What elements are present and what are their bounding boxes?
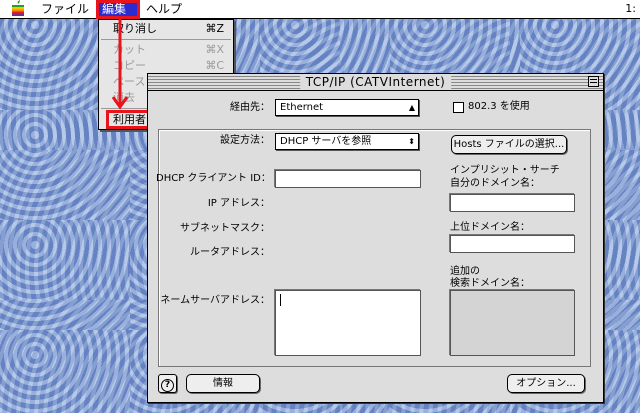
use-8023-label: 802.3 を使用 <box>468 101 530 112</box>
use-8023-checkbox[interactable] <box>453 102 464 113</box>
help-icon: ? <box>161 379 174 392</box>
popup-arrows-icon: ⬍ <box>408 137 415 146</box>
menu-edit[interactable]: 編集 <box>97 0 139 18</box>
configure-label: 設定方法： <box>220 135 270 146</box>
popup-arrows-icon: ▲ <box>408 103 415 112</box>
menu-item-shortcut: ⌘C <box>205 59 224 72</box>
name-server-field[interactable] <box>275 290 421 356</box>
name-server-label: ネームサーバアドレス： <box>160 295 270 306</box>
text-cursor <box>280 294 281 306</box>
local-domain-label: 自分のドメイン名： <box>450 178 540 189</box>
search-domain-label: 検索ドメイン名： <box>450 278 530 289</box>
implicit-search-label: インプリシット・サーチ <box>450 165 560 176</box>
menu-bar: ファイル 編集 ヘルプ 1: <box>0 0 640 19</box>
connect-via-value: Ethernet <box>280 102 324 113</box>
connect-via-label: 経由先： <box>230 102 270 113</box>
menubar-clock: 1: <box>625 2 636 15</box>
zoom-box-icon[interactable] <box>588 76 599 87</box>
router-address-label: ルータアドレス： <box>190 247 270 258</box>
options-button[interactable]: オプション... <box>507 374 585 393</box>
window-title: TCP/IP (CATVInternet) <box>299 74 452 90</box>
ip-address-label: IP アドレス： <box>207 198 270 209</box>
window-titlebar[interactable]: TCP/IP (CATVInternet) <box>148 74 603 91</box>
dhcp-client-id-label: DHCP クライアント ID： <box>156 173 271 184</box>
configure-popup[interactable]: DHCP サーバを参照 ⬍ <box>275 133 419 150</box>
search-domains-field[interactable] <box>450 290 575 356</box>
local-domain-field[interactable] <box>450 194 575 212</box>
admin-domain-label: 上位ドメイン名： <box>450 222 530 233</box>
tcpip-window: TCP/IP (CATVInternet) 経由先： Ethernet ▲ 80… <box>147 73 604 403</box>
menu-file[interactable]: ファイル <box>34 0 96 18</box>
menu-help[interactable]: ヘルプ <box>139 0 189 18</box>
configure-value: DHCP サーバを参照 <box>280 136 372 147</box>
apple-logo-icon <box>12 0 24 16</box>
menu-item-shortcut: ⌘X <box>205 43 224 56</box>
annotation-arrow-icon <box>111 19 129 110</box>
dhcp-client-id-field[interactable] <box>275 170 421 188</box>
subnet-mask-label: サブネットマスク： <box>180 223 270 234</box>
apple-menu[interactable] <box>10 0 28 18</box>
help-button[interactable]: ? <box>158 374 177 393</box>
info-button[interactable]: 情報 <box>186 374 260 393</box>
connect-via-popup[interactable]: Ethernet ▲ <box>275 99 419 116</box>
menu-item-shortcut: ⌘Z <box>205 22 224 35</box>
select-hosts-file-button[interactable]: Hosts ファイルの選択... <box>451 135 567 154</box>
admin-domain-field[interactable] <box>450 235 575 253</box>
